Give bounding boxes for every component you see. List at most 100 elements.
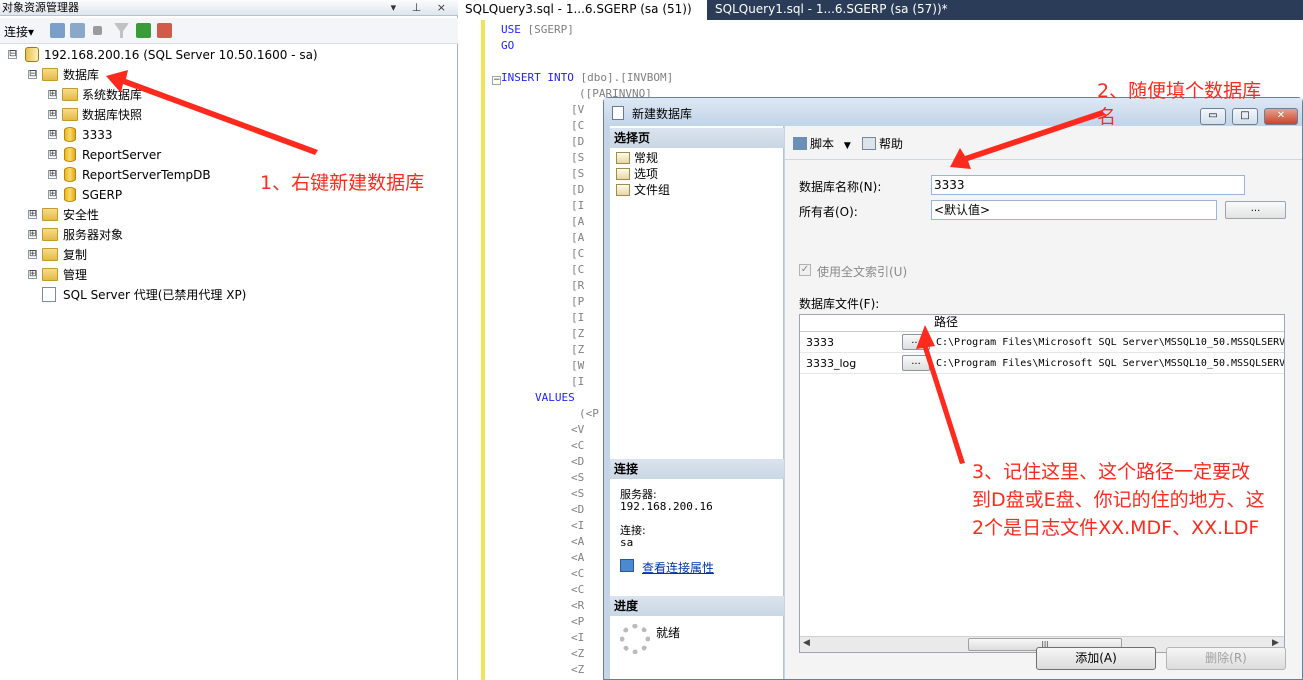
- annotation-step3-line3: 2个是日志文件XX.MDF、XX.LDF: [972, 517, 1260, 539]
- help-button[interactable]: 帮助: [862, 135, 903, 152]
- code-line: [A: [571, 215, 585, 228]
- view-connection-properties-link[interactable]: 查看连接属性: [642, 559, 714, 576]
- annotation-step3-line1: 3、记住这里、这个路径一定要改: [972, 461, 1251, 483]
- maximize-button[interactable]: □: [1232, 108, 1258, 125]
- expand-icon[interactable]: ⊞: [48, 90, 57, 99]
- code-line: [I: [571, 199, 585, 212]
- tree-node-system-databases[interactable]: ⊞ 系统数据库: [46, 85, 186, 105]
- tree-label: SQL Server 代理(已禁用代理 XP): [63, 288, 247, 302]
- page-label: 文件组: [634, 183, 671, 197]
- dialog-title: 新建数据库: [632, 107, 693, 121]
- close-button[interactable]: ✕: [1264, 108, 1298, 125]
- expand-icon[interactable]: ⊞: [48, 130, 57, 139]
- path-browse-button[interactable]: ...: [902, 355, 930, 371]
- screenshot-root: 对象资源管理器 ▾ ⊥ × 连接▾ ⊟ 192.168.200.16 (SQL …: [0, 0, 1303, 680]
- code-line: [C: [571, 263, 585, 276]
- minimize-button[interactable]: ▭: [1200, 108, 1226, 125]
- table-row[interactable]: 3333 ... C:\Program Files\Microsoft SQL …: [800, 332, 1284, 353]
- tree-node-server[interactable]: ⊟ 192.168.200.16 (SQL Server 10.50.1600 …: [6, 45, 326, 65]
- collapse-icon[interactable]: ⊟: [28, 70, 37, 79]
- tree-node-management[interactable]: ⊞ 管理: [26, 265, 146, 285]
- code-line: <D: [571, 503, 585, 516]
- code-line: <S: [571, 471, 585, 484]
- code-line: [S: [571, 167, 585, 180]
- file-path[interactable]: C:\Program Files\Microsoft SQL Server\MS…: [936, 353, 1284, 374]
- tab-sqlquery1[interactable]: SQLQuery1.sql - 1...6.SGERP (sa (57))*: [709, 0, 994, 20]
- page-options[interactable]: 选项: [616, 166, 658, 182]
- annotation-step3-line2: 到D盘或E盘、你记的住的地方、这: [972, 489, 1265, 511]
- summary-icon[interactable]: [157, 23, 172, 38]
- tree-node-db-sgerp[interactable]: ⊞ SGERP: [46, 185, 186, 205]
- path-browse-button[interactable]: ...: [902, 334, 930, 350]
- expand-icon[interactable]: ⊞: [28, 270, 37, 279]
- dialog-right-pane: 脚本 ▼ 帮助 数据库名称(N): 3333 所有者(O): <默认值> ...…: [785, 126, 1302, 679]
- tab-sqlquery3[interactable]: SQLQuery3.sql - 1...6.SGERP (sa (51)): [459, 0, 707, 20]
- expand-icon[interactable]: ⊞: [28, 210, 37, 219]
- code-line: (<P: [579, 407, 599, 420]
- page-filegroups[interactable]: 文件组: [616, 182, 670, 198]
- code-line: [C: [571, 119, 585, 132]
- folder-icon: [42, 228, 58, 241]
- expand-icon[interactable]: ⊞: [48, 190, 57, 199]
- grid-header-path: 路径: [934, 315, 959, 329]
- code-line: <I: [571, 519, 585, 532]
- connect-button[interactable]: 连接▾: [4, 23, 34, 40]
- tree-node-db-reportservertempdb[interactable]: ⊞ ReportServerTempDB: [46, 165, 236, 185]
- expand-icon[interactable]: ⊞: [48, 170, 57, 179]
- code-line: <A: [571, 551, 585, 564]
- page-icon: [616, 168, 630, 180]
- tree-node-database-snapshots[interactable]: ⊞ 数据库快照: [46, 105, 186, 125]
- tree-node-security[interactable]: ⊞ 安全性: [26, 205, 146, 225]
- server-icon: [25, 47, 39, 62]
- connect-icon[interactable]: [50, 23, 65, 38]
- db-name-input[interactable]: 3333: [931, 175, 1245, 195]
- dialog-left-pane: 选择页 常规 选项 文件组 连接 服务器: 192.168.200.16 连接:…: [610, 126, 784, 679]
- file-path[interactable]: C:\Program Files\Microsoft SQL Server\MS…: [936, 332, 1284, 353]
- file-logical-name[interactable]: 3333_log: [806, 353, 856, 374]
- code-line: INSERT INTO [dbo].[INVBOM]: [501, 70, 673, 86]
- folder-icon: [42, 208, 58, 221]
- tree-node-db-reportserver[interactable]: ⊞ ReportServer: [46, 145, 206, 165]
- object-explorer-toolbar: 连接▾: [0, 18, 458, 44]
- filter-icon[interactable]: [114, 23, 129, 38]
- code-line: VALUES: [535, 391, 575, 404]
- panel-pin-close-buttons[interactable]: ▾ ⊥ ×: [391, 0, 452, 15]
- code-line: [R: [571, 279, 585, 292]
- code-line: <R: [571, 599, 585, 612]
- page-general[interactable]: 常规: [616, 150, 658, 166]
- tree-node-db-3333[interactable]: ⊞ 3333: [46, 125, 186, 145]
- tree-label: SGERP: [82, 188, 123, 202]
- tree-label: ReportServerTempDB: [82, 168, 211, 182]
- tree-node-server-objects[interactable]: ⊞ 服务器对象: [26, 225, 166, 245]
- expand-icon[interactable]: ⊞: [28, 230, 37, 239]
- agent-icon: [42, 287, 56, 302]
- expand-icon[interactable]: ⊞: [48, 110, 57, 119]
- owner-input[interactable]: <默认值>: [931, 200, 1217, 220]
- add-button[interactable]: 添加(A): [1036, 647, 1156, 670]
- table-row[interactable]: 3333_log ... C:\Program Files\Microsoft …: [800, 353, 1284, 374]
- file-logical-name[interactable]: 3333: [806, 332, 834, 353]
- tree-node-databases[interactable]: ⊟ 数据库: [26, 65, 146, 85]
- code-line: [S: [571, 151, 585, 164]
- script-button[interactable]: 脚本 ▼: [793, 135, 851, 152]
- owner-browse-button[interactable]: ...: [1225, 201, 1286, 219]
- code-line: <Z: [571, 663, 585, 676]
- expand-icon[interactable]: ⊞: [28, 250, 37, 259]
- code-line: [V: [571, 103, 585, 116]
- tree-node-replication[interactable]: ⊞ 复制: [26, 245, 146, 265]
- dropdown-arrow-icon[interactable]: ▼: [844, 141, 851, 151]
- expand-icon[interactable]: ⊞: [48, 150, 57, 159]
- tree-node-sql-agent[interactable]: SQL Server 代理(已禁用代理 XP): [40, 285, 280, 305]
- code-line: <C: [571, 583, 585, 596]
- annotation-step1: 1、右键新建数据库: [260, 172, 425, 194]
- scroll-left-icon[interactable]: ◀: [803, 638, 810, 648]
- annotation-step2-line1: 2、随便填个数据库: [1097, 80, 1262, 102]
- remove-button[interactable]: 删除(R): [1166, 647, 1286, 670]
- progress-status: 就绪: [656, 626, 681, 640]
- db-name-label: 数据库名称(N):: [799, 180, 882, 194]
- refresh-icon[interactable]: [136, 23, 151, 38]
- collapse-icon[interactable]: ⊟: [8, 50, 17, 59]
- fulltext-checkbox[interactable]: ✓: [799, 264, 811, 276]
- stop-icon[interactable]: [93, 26, 102, 35]
- disconnect-icon[interactable]: [70, 23, 85, 38]
